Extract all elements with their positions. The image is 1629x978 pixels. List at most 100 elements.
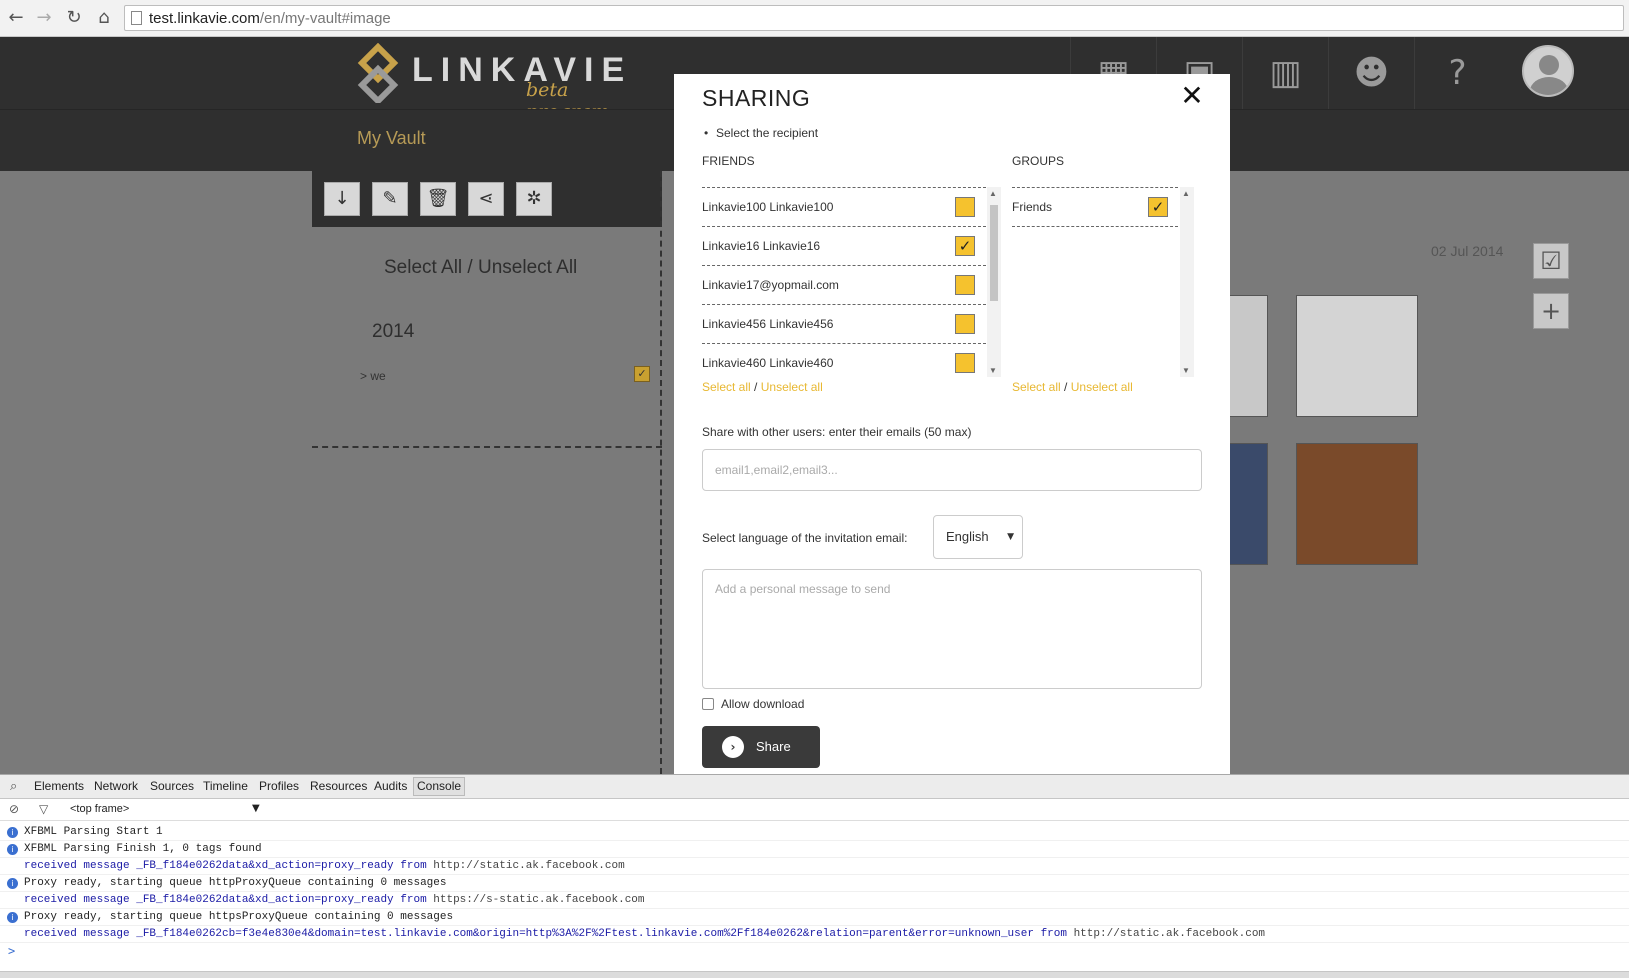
dialog-title: SHARING	[702, 85, 811, 111]
devtools-tabs: ⌕ Elements Network Sources Timeline Prof…	[0, 775, 1629, 799]
divider	[312, 446, 662, 448]
personal-message-input[interactable]	[702, 569, 1202, 689]
language-label: Select language of the invitation email:	[702, 531, 908, 545]
allow-download-label: Allow download	[721, 697, 805, 711]
console-line: i Proxy ready, starting queue httpProxyQu…	[0, 875, 1629, 892]
tab-sources[interactable]: Sources	[150, 779, 194, 793]
caret-down-icon: ▼	[1007, 532, 1014, 542]
groups-scrollbar[interactable]: ▲ ▼	[1180, 187, 1194, 377]
friend-checkbox[interactable]	[955, 197, 975, 217]
emails-input[interactable]	[702, 449, 1202, 491]
album-checkbox[interactable]: ✓	[634, 366, 650, 382]
console-line: i XFBML Parsing Finish 1, 0 tags found	[0, 841, 1629, 858]
library-icon[interactable]: ▥	[1242, 37, 1328, 109]
chevron-right-icon: ›	[722, 736, 744, 758]
console-output: i XFBML Parsing Start 1 i XFBML Parsing Fi…	[0, 824, 1629, 943]
back-arrow-icon[interactable]: ←	[6, 8, 26, 28]
gear-icon[interactable]: ✲	[516, 182, 552, 216]
friends-header: FRIENDS	[702, 154, 755, 168]
console-filter-bar: ⊘ ▽ <top frame> ▼	[0, 799, 1629, 821]
list-item[interactable]: Friends ✓	[1012, 188, 1178, 227]
friend-checkbox[interactable]	[955, 353, 975, 373]
help-icon[interactable]: ?	[1414, 37, 1500, 109]
friends-select-links: Select all / Unselect all	[702, 380, 823, 394]
user-avatar[interactable]	[1522, 45, 1574, 97]
info-icon: i	[7, 878, 18, 889]
groups-header: GROUPS	[1012, 154, 1065, 168]
list-item[interactable]: Linkavie100 Linkavie100	[702, 188, 986, 227]
group-checkbox[interactable]: ✓	[1148, 197, 1168, 217]
image-thumbnail[interactable]	[1226, 443, 1268, 565]
groups-list: Friends ✓	[1012, 187, 1178, 377]
trash-icon[interactable]: 🗑	[420, 182, 456, 216]
panel-divider	[660, 171, 662, 774]
share-emails-label: Share with other users: enter their emai…	[702, 425, 972, 439]
list-item[interactable]: Linkavie460 Linkavie460	[702, 344, 986, 377]
search-icon[interactable]: ⌕	[10, 779, 17, 794]
linkavie-logo[interactable]: LINKAVIE beta program	[356, 39, 624, 123]
groups-unselect-all-link[interactable]: Unselect all	[1071, 380, 1133, 394]
share-button[interactable]: › Share	[702, 726, 820, 768]
select-all-link[interactable]: Select All / Unselect All	[384, 257, 577, 279]
vault-toolbar: ↓ ✎ 🗑 ⋖ ✲	[312, 171, 662, 227]
forward-arrow-icon[interactable]: →	[34, 8, 54, 28]
list-item[interactable]: Linkavie17@yopmail.com	[702, 266, 986, 305]
date-label: 02 Jul 2014	[1431, 243, 1504, 259]
image-thumbnail[interactable]	[1296, 443, 1418, 565]
filter-icon[interactable]: ▽	[39, 802, 48, 816]
info-icon: i	[7, 827, 18, 838]
check-all-icon[interactable]: ☑	[1533, 243, 1569, 279]
tab-network[interactable]: Network	[94, 779, 138, 793]
allow-download-checkbox[interactable]	[702, 698, 714, 710]
logo-mark-icon	[357, 43, 399, 103]
console-line: i Proxy ready, starting queue httpsProxyQ…	[0, 909, 1629, 926]
share-icon[interactable]: ⋖	[468, 182, 504, 216]
friend-checkbox[interactable]	[955, 314, 975, 334]
dropdown-arrow-icon[interactable]: ▼	[252, 803, 260, 814]
album-panel: ↓ ✎ 🗑 ⋖ ✲ Select All / Unselect All 2014…	[312, 171, 662, 774]
console-prompt[interactable]: >	[8, 944, 15, 958]
add-icon[interactable]: +	[1533, 293, 1569, 329]
info-icon: i	[7, 912, 18, 923]
tab-console[interactable]: Console	[413, 777, 466, 796]
address-bar[interactable]: test.linkavie.com/en/my-vault#image	[124, 5, 1624, 31]
section-title[interactable]: My Vault	[357, 128, 426, 149]
reload-icon[interactable]: ↻	[64, 8, 84, 28]
language-select[interactable]: English ▼	[933, 515, 1023, 559]
page-icon	[131, 11, 142, 25]
friends-unselect-all-link[interactable]: Unselect all	[761, 380, 823, 394]
tab-elements[interactable]: Elements	[34, 779, 84, 793]
url-text: test.linkavie.com/en/my-vault#image	[149, 10, 391, 27]
tab-timeline[interactable]: Timeline	[203, 779, 248, 793]
year-heading: 2014	[372, 321, 415, 342]
contacts-icon[interactable]: ☻	[1328, 37, 1414, 109]
devtools-panel: ⌕ Elements Network Sources Timeline Prof…	[0, 774, 1629, 978]
list-item[interactable]: Linkavie16 Linkavie16 ✓	[702, 227, 986, 266]
download-icon[interactable]: ↓	[324, 182, 360, 216]
close-icon[interactable]: ✕	[1178, 82, 1206, 110]
groups-select-links: Select all / Unselect all	[1012, 380, 1133, 394]
home-icon[interactable]: ⌂	[94, 8, 114, 28]
friends-scrollbar[interactable]: ▲ ▼	[987, 187, 1001, 377]
tab-audits[interactable]: Audits	[374, 779, 407, 793]
browser-toolbar: ← → ↻ ⌂ test.linkavie.com/en/my-vault#im…	[0, 0, 1629, 37]
frame-select[interactable]: <top frame>	[70, 803, 129, 815]
clear-console-icon[interactable]: ⊘	[9, 802, 19, 816]
image-thumbnail[interactable]	[1296, 295, 1418, 417]
instruction-text: Select the recipient	[704, 126, 818, 140]
friend-checkbox[interactable]	[955, 275, 975, 295]
console-line: received message _FB_f184e0262cb=f3e4e83…	[0, 926, 1629, 943]
sharing-dialog: SHARING ✕ Select the recipient FRIENDS G…	[674, 74, 1230, 774]
album-item[interactable]: > we	[360, 369, 386, 383]
tab-resources[interactable]: Resources	[310, 779, 367, 793]
friends-select-all-link[interactable]: Select all	[702, 380, 751, 394]
image-thumbnail[interactable]	[1226, 295, 1268, 417]
edit-icon[interactable]: ✎	[372, 182, 408, 216]
groups-select-all-link[interactable]: Select all	[1012, 380, 1061, 394]
tab-profiles[interactable]: Profiles	[259, 779, 299, 793]
friends-list: Linkavie100 Linkavie100 Linkavie16 Linka…	[702, 187, 986, 377]
list-item[interactable]: Linkavie456 Linkavie456	[702, 305, 986, 344]
devtools-statusbar	[0, 971, 1629, 978]
friend-checkbox[interactable]: ✓	[955, 236, 975, 256]
console-line: received message _FB_f184e0262data&xd_ac…	[0, 892, 1629, 909]
